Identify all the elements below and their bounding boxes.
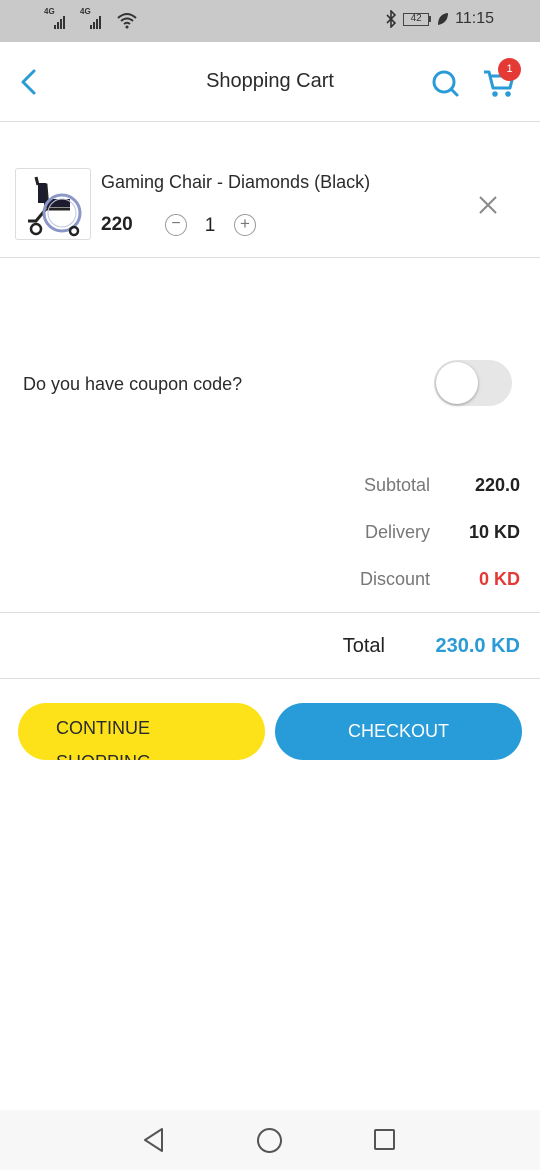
coupon-label: Do you have coupon code? <box>23 374 243 394</box>
discount-value: 0 KD <box>478 569 520 589</box>
total-value: 230.0 KD <box>435 635 521 657</box>
toggle-knob <box>436 362 478 404</box>
back-triangle-icon[interactable] <box>142 1127 166 1153</box>
sim1-label: 4G <box>44 7 55 16</box>
bluetooth-icon <box>386 10 397 28</box>
app-header: Shopping Cart <box>0 42 540 122</box>
signal-icon: 4G <box>44 7 74 31</box>
home-circle-icon[interactable] <box>257 1128 282 1153</box>
total-label: Total <box>342 635 385 657</box>
quantity-value: 1 <box>204 215 216 236</box>
cart-item: Gaming Chair - Diamonds (Black) 220 − 1 … <box>0 122 540 258</box>
battery-icon: 42 <box>403 12 432 26</box>
recents-square-icon[interactable] <box>374 1129 395 1150</box>
wheelchair-image <box>28 176 82 237</box>
coupon-toggle[interactable] <box>434 360 512 406</box>
subtotal-value: 220.0 <box>474 475 520 495</box>
clock: 11:15 <box>455 10 494 27</box>
product-name: Gaming Chair - Diamonds (Black) <box>101 172 371 192</box>
product-image <box>15 168 91 240</box>
quantity-increase-button[interactable]: + <box>234 214 256 236</box>
battery-level: 42 <box>403 12 430 26</box>
total-row: Total 230.0 KD <box>0 612 540 679</box>
remove-item-button[interactable] <box>476 193 500 217</box>
cart-count-badge: 1 <box>498 58 521 81</box>
system-nav-bar <box>0 1110 540 1170</box>
wifi-icon <box>117 13 137 29</box>
search-button[interactable] <box>430 68 460 98</box>
leaf-icon <box>438 13 449 25</box>
product-price: 220 <box>101 214 133 235</box>
continue-shopping-button[interactable]: CONTINUE SHOPPING <box>18 703 265 760</box>
quantity-decrease-button[interactable]: − <box>165 214 187 236</box>
search-icon <box>432 70 459 97</box>
sim2-label: 4G <box>80 7 91 16</box>
status-right: 42 11:15 <box>385 10 494 28</box>
status-left: 4G 4G <box>44 7 138 31</box>
delivery-value: 10 KD <box>468 522 520 542</box>
status-bar: 4G 4G 42 11:15 <box>0 0 540 42</box>
close-icon <box>479 196 497 214</box>
continue-shopping-label: CONTINUE SHOPPING <box>56 718 151 760</box>
signal-icon: 4G <box>80 7 110 31</box>
checkout-button[interactable]: CHECKOUT <box>275 703 522 760</box>
